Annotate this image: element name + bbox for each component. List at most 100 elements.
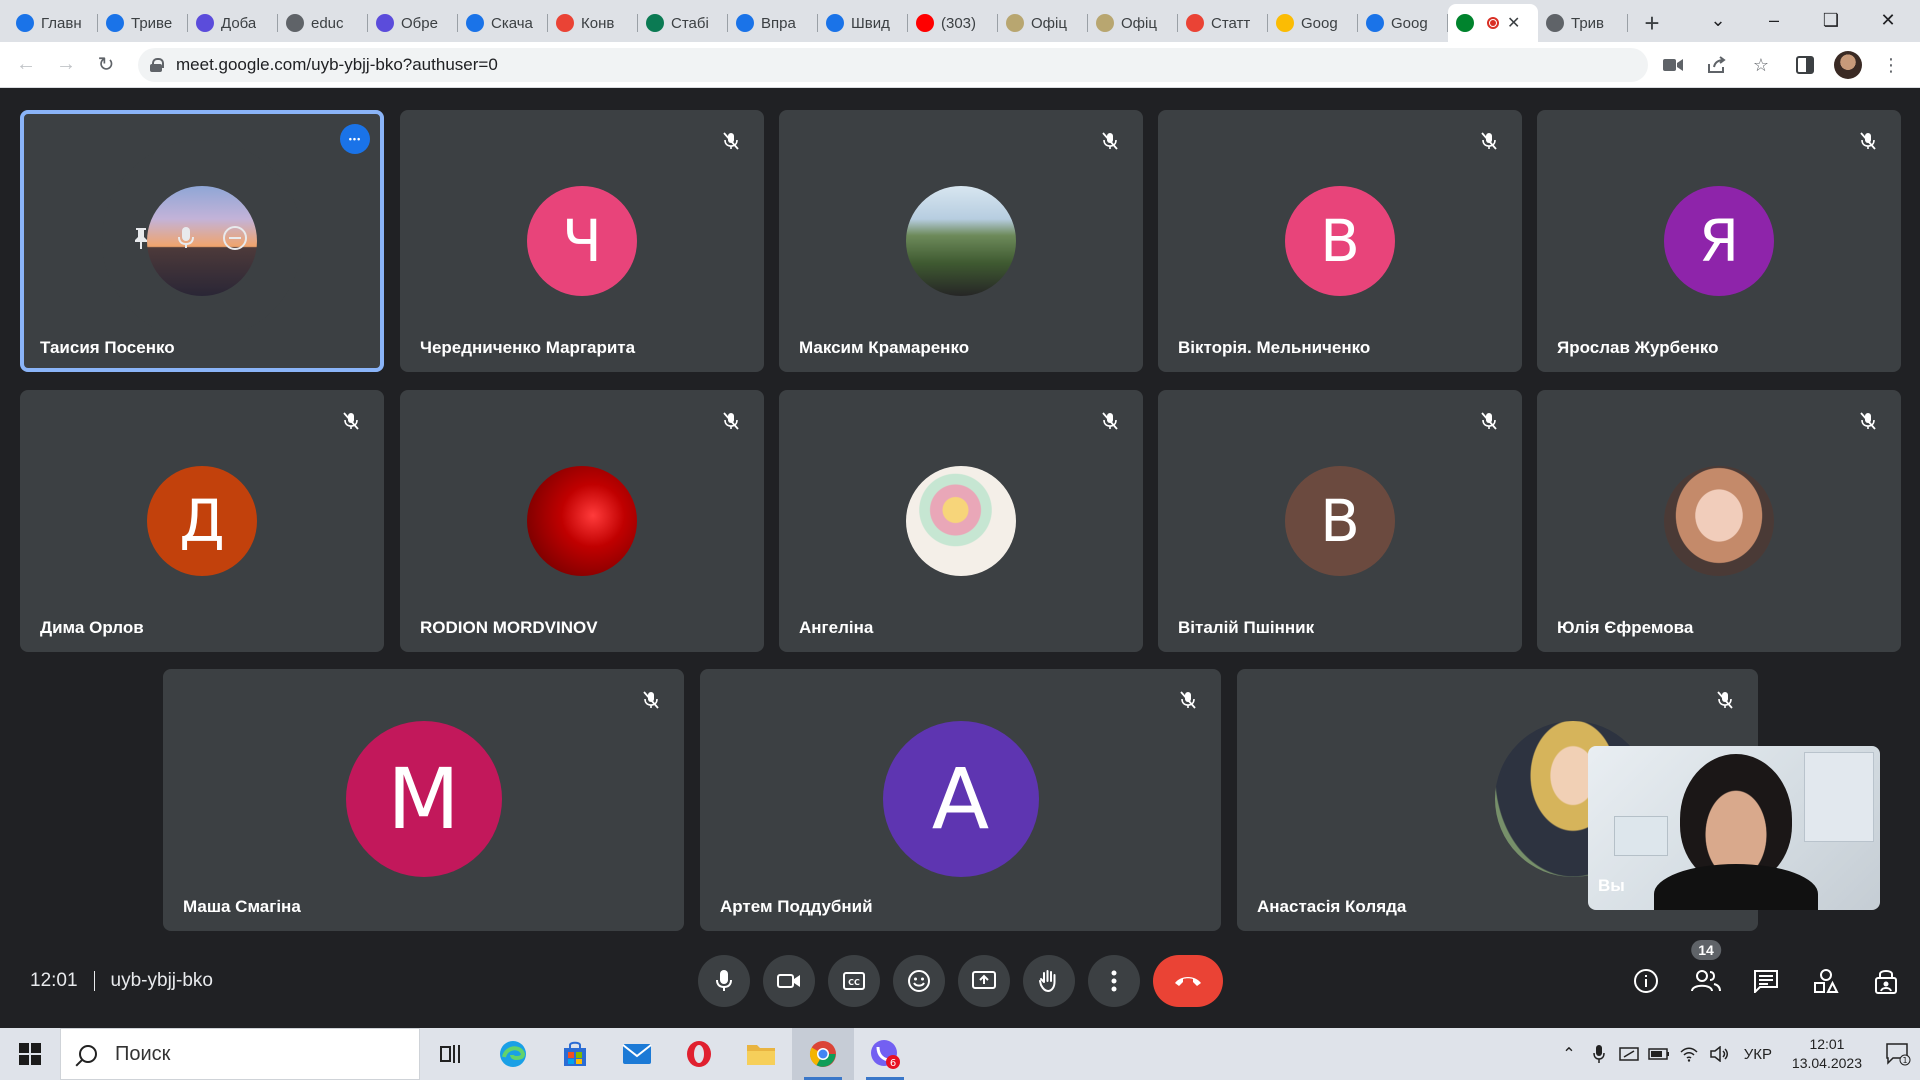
tab-favicon-icon bbox=[556, 14, 574, 32]
tab-label: (303) bbox=[941, 14, 977, 32]
participant-more-options-icon[interactable]: ••• bbox=[340, 124, 370, 154]
activities-button[interactable] bbox=[1806, 958, 1846, 1004]
wifi-icon[interactable] bbox=[1674, 1046, 1704, 1062]
activities-icon bbox=[1814, 969, 1839, 993]
task-view-button[interactable] bbox=[420, 1028, 482, 1080]
network-status-icon[interactable] bbox=[1614, 1046, 1644, 1062]
edge-app[interactable] bbox=[482, 1028, 544, 1080]
chrome-app[interactable] bbox=[792, 1028, 854, 1080]
participant-tile[interactable]: ••• Таисия Посенко bbox=[20, 110, 384, 372]
participant-tile[interactable]: Максим Крамаренко bbox=[779, 110, 1143, 372]
mic-off-icon bbox=[1474, 126, 1504, 156]
browser-tab[interactable]: Офіц bbox=[1088, 4, 1178, 42]
participant-tile[interactable]: Д Дима Орлов bbox=[20, 390, 384, 652]
participant-tile[interactable]: А Артем Поддубний bbox=[700, 669, 1221, 931]
raise-hand-button[interactable] bbox=[1023, 955, 1075, 1007]
camera-button[interactable] bbox=[763, 955, 815, 1007]
browser-tab[interactable]: Главн bbox=[8, 4, 98, 42]
tab-meet-active[interactable]: ✕ bbox=[1448, 4, 1538, 42]
address-bar[interactable]: meet.google.com/uyb-ybjj-bko?authuser=0 bbox=[138, 48, 1648, 82]
tab-label: Доба bbox=[221, 14, 257, 32]
forward-button[interactable]: → bbox=[46, 45, 86, 85]
chat-button[interactable] bbox=[1746, 958, 1786, 1004]
bookmark-star-icon[interactable]: ☆ bbox=[1746, 50, 1776, 80]
browser-tab[interactable]: Goog bbox=[1358, 4, 1448, 42]
participant-tile[interactable]: RODION MORDVINOV bbox=[400, 390, 764, 652]
side-panel-icon[interactable] bbox=[1790, 50, 1820, 80]
reactions-button[interactable] bbox=[893, 955, 945, 1007]
minimize-button[interactable]: – bbox=[1746, 0, 1802, 40]
microphone-icon bbox=[716, 970, 732, 991]
leave-call-button[interactable] bbox=[1153, 955, 1223, 1007]
search-icon bbox=[79, 1045, 97, 1063]
opera-app[interactable] bbox=[668, 1028, 730, 1080]
maximize-button[interactable]: ❏ bbox=[1803, 0, 1859, 40]
file-explorer-app[interactable] bbox=[730, 1028, 792, 1080]
back-button[interactable]: ← bbox=[6, 45, 46, 85]
tab-label: Швид bbox=[851, 14, 890, 32]
microphone-button[interactable] bbox=[698, 955, 750, 1007]
meeting-time: 12:01 bbox=[30, 970, 78, 991]
browser-tab[interactable]: Швид bbox=[818, 4, 908, 42]
remove-icon[interactable] bbox=[222, 225, 248, 257]
host-controls-button[interactable] bbox=[1866, 958, 1906, 1004]
volume-icon[interactable] bbox=[1704, 1046, 1734, 1062]
participant-tile[interactable]: Ч Чередниченко Маргарита bbox=[400, 110, 764, 372]
browser-tab[interactable]: Обре bbox=[368, 4, 458, 42]
new-tab-button[interactable]: + bbox=[1634, 4, 1670, 42]
pin-icon[interactable] bbox=[132, 226, 150, 256]
browser-tab[interactable]: Офіц bbox=[998, 4, 1088, 42]
lock-person-icon bbox=[1875, 970, 1897, 994]
browser-menu-icon[interactable]: ⋮ bbox=[1876, 50, 1906, 80]
start-button[interactable] bbox=[0, 1028, 60, 1080]
viber-app[interactable]: 6 bbox=[854, 1028, 916, 1080]
close-tab-icon[interactable]: ✕ bbox=[1507, 13, 1520, 33]
browser-tab[interactable]: Конв bbox=[548, 4, 638, 42]
input-language[interactable]: УКР bbox=[1734, 1046, 1782, 1063]
participant-tile[interactable]: Юлія Єфремова bbox=[1537, 390, 1901, 652]
more-options-button[interactable] bbox=[1088, 955, 1140, 1007]
mic-in-use-icon[interactable] bbox=[1584, 1045, 1614, 1063]
close-window-button[interactable]: ✕ bbox=[1860, 0, 1916, 40]
browser-tab[interactable]: Статт bbox=[1178, 4, 1268, 42]
browser-tab[interactable]: Goog bbox=[1268, 4, 1358, 42]
browser-tab[interactable]: educ bbox=[278, 4, 368, 42]
mic-off-icon bbox=[636, 685, 666, 715]
present-screen-button[interactable] bbox=[958, 955, 1010, 1007]
people-button[interactable]: 14 bbox=[1686, 940, 1726, 1004]
participant-tile[interactable]: Ангеліна bbox=[779, 390, 1143, 652]
camera-icon bbox=[777, 974, 800, 988]
tab-label: Скача bbox=[491, 14, 533, 32]
profile-avatar[interactable] bbox=[1834, 51, 1862, 79]
captions-button[interactable]: CC bbox=[828, 955, 880, 1007]
tab-search-chevron-icon[interactable]: ⌄ bbox=[1690, 0, 1746, 40]
browser-tab[interactable]: (303) bbox=[908, 4, 998, 42]
mail-app[interactable] bbox=[606, 1028, 668, 1080]
camera-in-use-icon[interactable] bbox=[1658, 50, 1688, 80]
task-view-icon bbox=[440, 1045, 460, 1063]
taskbar-clock[interactable]: 12:01 13.04.2023 bbox=[1792, 1035, 1862, 1073]
meeting-details-button[interactable] bbox=[1626, 958, 1666, 1004]
mic-off-icon bbox=[1173, 685, 1203, 715]
share-icon[interactable] bbox=[1702, 50, 1732, 80]
participant-tile[interactable]: Я Ярослав Журбенко bbox=[1537, 110, 1901, 372]
browser-tab[interactable]: Доба bbox=[188, 4, 278, 42]
participant-tile[interactable]: В Віталій Пшінник bbox=[1158, 390, 1522, 652]
participant-photo-avatar bbox=[906, 466, 1016, 576]
reload-button[interactable]: ↻ bbox=[86, 45, 126, 85]
microsoft-store-app[interactable] bbox=[544, 1028, 606, 1080]
browser-tab[interactable]: Впра bbox=[728, 4, 818, 42]
taskbar-search-box[interactable]: Поиск bbox=[60, 1028, 420, 1080]
participant-tile[interactable]: В Вікторія. Мельниченко bbox=[1158, 110, 1522, 372]
participant-tile[interactable]: М Маша Смагіна bbox=[163, 669, 684, 931]
notifications-button[interactable]: 1 bbox=[1876, 1028, 1920, 1080]
browser-tab[interactable]: Стабі bbox=[638, 4, 728, 42]
chrome-icon bbox=[809, 1041, 836, 1067]
browser-tab[interactable]: Скача bbox=[458, 4, 548, 42]
browser-tab[interactable]: Триве bbox=[98, 4, 188, 42]
battery-icon[interactable] bbox=[1644, 1048, 1674, 1060]
browser-tab[interactable]: Трив bbox=[1538, 4, 1628, 42]
meeting-info: 12:01 uyb-ybjj-bko bbox=[30, 970, 213, 992]
show-hidden-icons-chevron-icon[interactable]: ⌃ bbox=[1554, 1044, 1584, 1064]
unmute-icon[interactable] bbox=[178, 226, 194, 256]
